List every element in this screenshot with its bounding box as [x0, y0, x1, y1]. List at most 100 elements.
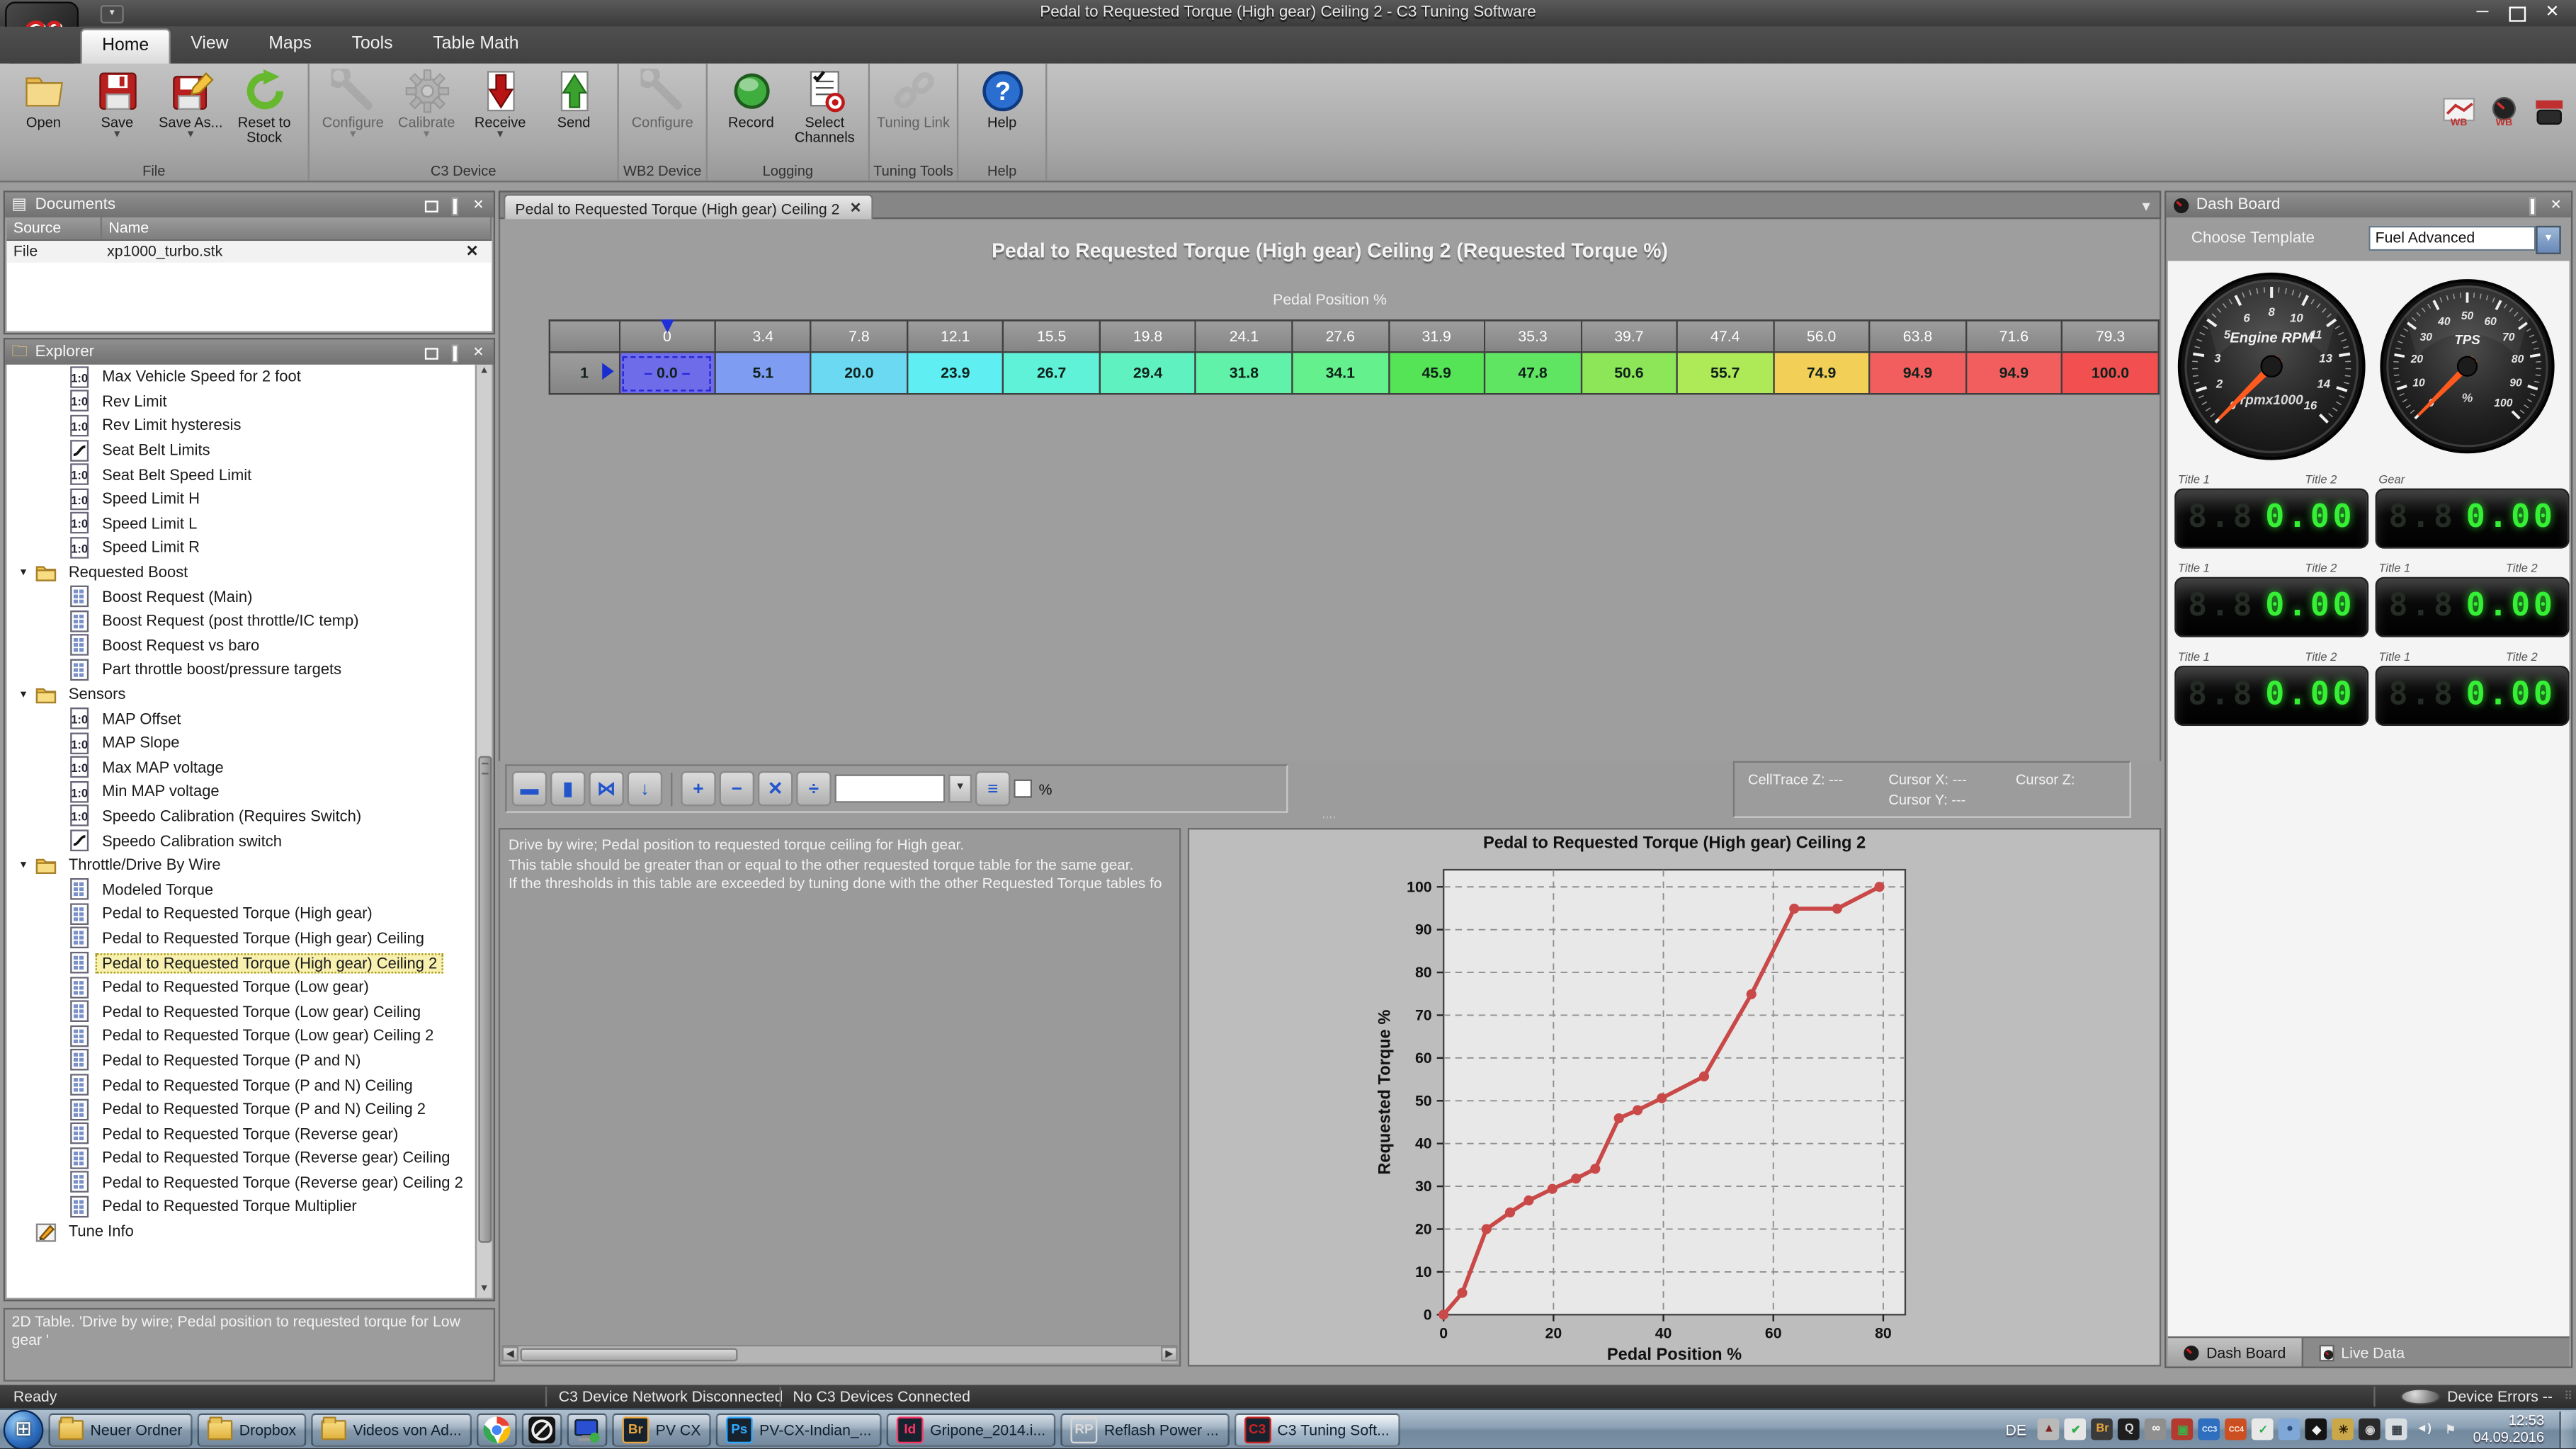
table-cell-8[interactable]: 45.9: [1388, 352, 1485, 394]
tree-item-pedal-to-requested-torque-high-gear[interactable]: Pedal to Requested Torque (High gear): [6, 902, 477, 926]
explorer-maximize-icon[interactable]: [424, 343, 441, 360]
tab-close-icon[interactable]: ✕: [850, 199, 862, 217]
tab-pedal-to-requested-torque[interactable]: Pedal to Requested Torque (High gear) Ce…: [504, 194, 873, 221]
tree-item-map-slope[interactable]: 1:0MAP Slope: [6, 731, 477, 755]
divide-value-button[interactable]: ÷: [796, 771, 832, 807]
column-header-15.5[interactable]: 15.5: [1004, 320, 1100, 352]
explorer-pin-icon[interactable]: [447, 343, 464, 360]
dash-tab-live-data[interactable]: Live Data: [2303, 1338, 2419, 1366]
tree-item-max-map-voltage[interactable]: 1:0Max MAP voltage: [6, 755, 477, 779]
bridge-tray-icon[interactable]: Br: [2092, 1419, 2113, 1441]
tree-item-pedal-to-requested-torque-low-gear-ceiling[interactable]: Pedal to Requested Torque (Low gear) Cei…: [6, 999, 477, 1023]
table-cell-14[interactable]: 94.9: [1965, 352, 2062, 394]
remote-desktop-taskbar-icon[interactable]: [567, 1412, 608, 1445]
dark-app-taskbar-icon[interactable]: [522, 1412, 562, 1445]
tree-item-boost-request-vs-baro[interactable]: Boost Request vs baro: [6, 633, 477, 657]
wasp-tray-icon[interactable]: ✳: [2332, 1419, 2354, 1441]
documents-col-source[interactable]: Source: [6, 217, 102, 239]
wb2-gauge-icon[interactable]: WB: [2487, 97, 2521, 127]
menu-tab-home[interactable]: Home: [80, 28, 171, 65]
table-cell-0[interactable]: – 0.0 –: [619, 352, 715, 394]
column-header-35.3[interactable]: 35.3: [1485, 320, 1581, 352]
tree-item-speedo-calibration-requires-switch[interactable]: 1:0Speedo Calibration (Requires Switch): [6, 804, 477, 828]
receive-button[interactable]: Receive▼: [463, 67, 537, 140]
dropdown-arrow-icon[interactable]: ▼: [495, 130, 505, 140]
menu-tab-table-math[interactable]: Table Math: [413, 27, 539, 64]
explorer-close-icon[interactable]: ✕: [470, 343, 487, 360]
help-button[interactable]: ?Help: [965, 67, 1039, 130]
windows-start-button[interactable]: ⊞: [4, 1409, 44, 1449]
expander-icon[interactable]: ▾: [17, 565, 30, 579]
reflash-tray-icon[interactable]: ▲: [2038, 1419, 2060, 1441]
tree-item-pedal-to-requested-torque-reverse-gear[interactable]: Pedal to Requested Torque (Reverse gear): [6, 1121, 477, 1145]
multiply-value-button[interactable]: ✕: [758, 771, 793, 807]
tree-item-seat-belt-limits[interactable]: Seat Belt Limits: [6, 438, 477, 462]
template-select-arrow-icon[interactable]: ▼: [2536, 226, 2560, 254]
tree-item-pedal-to-requested-torque-p-and-n[interactable]: Pedal to Requested Torque (P and N): [6, 1048, 477, 1072]
taskbar-folder-neuer-ordner[interactable]: Neuer Ordner: [48, 1412, 192, 1445]
record-button[interactable]: Record: [714, 67, 788, 130]
column-header-71.6[interactable]: 71.6: [1965, 320, 2062, 352]
column-header-79.3[interactable]: 79.3: [2062, 320, 2158, 352]
tree-item-pedal-to-requested-torque-high-gear-ceiling[interactable]: Pedal to Requested Torque (High gear) Ce…: [6, 926, 477, 950]
documents-pin-icon[interactable]: [447, 196, 464, 213]
media-center-tray-icon[interactable]: ●: [2279, 1419, 2301, 1441]
value-dropdown-icon[interactable]: ▼: [948, 774, 972, 802]
column-header-12.1[interactable]: 12.1: [907, 320, 1004, 352]
tree-item-boost-request-post-throttle-ic-temp[interactable]: Boost Request (post throttle/IC temp): [6, 609, 477, 633]
taskbar-window-pv-cx[interactable]: BrPV CX: [612, 1412, 710, 1445]
table-cell-6[interactable]: 31.8: [1196, 352, 1292, 394]
tree-item-part-throttle-boost-pressure-targets[interactable]: Part throttle boost/pressure targets: [6, 657, 477, 681]
horizontal-splitter[interactable]: '''': [499, 818, 2162, 828]
interpolate-button[interactable]: ⋈: [589, 771, 624, 807]
table-cell-5[interactable]: 29.4: [1100, 352, 1196, 394]
tree-item-pedal-to-requested-torque-reverse-gear-ceiling-2[interactable]: Pedal to Requested Torque (Reverse gear)…: [6, 1170, 477, 1194]
dropdown-arrow-icon[interactable]: ▼: [348, 130, 358, 140]
dash-tab-dash-board[interactable]: Dash Board: [2168, 1338, 2303, 1366]
table-cell-12[interactable]: 74.9: [1774, 352, 1870, 394]
fill-down-button[interactable]: ↓: [628, 771, 663, 807]
wb2-chart-icon[interactable]: WB: [2442, 97, 2475, 127]
tree-item-max-vehicle-speed-for-2-foot[interactable]: 1:0Max Vehicle Speed for 2 foot: [6, 365, 477, 389]
expander-icon[interactable]: ▾: [17, 688, 30, 701]
camera-tray-icon[interactable]: ◉: [2359, 1419, 2381, 1441]
document-row[interactable]: File xp1000_turbo.stk ✕: [6, 241, 492, 263]
smooth-button[interactable]: ≡: [975, 771, 1011, 807]
tree-item-speed-limit-h[interactable]: 1:0Speed Limit H: [6, 487, 477, 511]
open-button[interactable]: Open: [6, 67, 80, 130]
scroll-down-icon[interactable]: ▼: [477, 1283, 492, 1297]
save-button[interactable]: Save▼: [80, 67, 154, 140]
display-duplicate-tray-icon[interactable]: ▣: [2172, 1419, 2194, 1441]
expander-icon[interactable]: ▾: [17, 858, 30, 872]
table-cell-1[interactable]: 5.1: [715, 352, 811, 394]
tree-item-modeled-torque[interactable]: Modeled Torque: [6, 877, 477, 902]
tree-item-min-map-voltage[interactable]: 1:0Min MAP voltage: [6, 780, 477, 804]
column-header-7.8[interactable]: 7.8: [811, 320, 907, 352]
app-logo-tray-icon[interactable]: ◆: [2305, 1419, 2327, 1441]
c3-device-icon[interactable]: [2533, 97, 2566, 127]
table-cell-15[interactable]: 100.0: [2062, 352, 2158, 394]
sync-ok-tray-icon[interactable]: ✓: [2252, 1419, 2274, 1441]
column-header-0[interactable]: 0: [619, 320, 715, 352]
tree-item-pedal-to-requested-torque-high-gear-ceiling-2[interactable]: Pedal to Requested Torque (High gear) Ce…: [6, 950, 477, 974]
tree-item-pedal-to-requested-torque-low-gear-ceiling-2[interactable]: Pedal to Requested Torque (Low gear) Cei…: [6, 1023, 477, 1047]
tree-item-pedal-to-requested-torque-multiplier[interactable]: Pedal to Requested Torque Multiplier: [6, 1195, 477, 1219]
tree-item-throttle-drive-by-wire[interactable]: ▾Throttle/Drive By Wire: [6, 853, 477, 877]
value-input[interactable]: [834, 774, 945, 802]
tree-item-map-offset[interactable]: 1:0MAP Offset: [6, 706, 477, 730]
language-indicator[interactable]: DE: [1999, 1421, 2033, 1438]
reset-to-stock-button[interactable]: Reset to Stock: [227, 67, 301, 145]
template-select[interactable]: Fuel Advanced: [2368, 226, 2536, 251]
description-hscrollbar[interactable]: ◀ ▶: [502, 1345, 1178, 1363]
taskbar-folder-videos-von-ad[interactable]: Videos von Ad...: [311, 1412, 471, 1445]
cc3-tray-icon[interactable]: CC3: [2198, 1419, 2220, 1441]
column-header-63.8[interactable]: 63.8: [1870, 320, 1966, 352]
dashboard-close-icon[interactable]: ✕: [2548, 196, 2565, 213]
quicktime-tray-icon[interactable]: Q: [2118, 1419, 2140, 1441]
subtract-value-button[interactable]: −: [720, 771, 755, 807]
table-cell-9[interactable]: 47.8: [1485, 352, 1581, 394]
taskbar-window-c3-tuning-soft[interactable]: C3C3 Tuning Soft...: [1234, 1412, 1400, 1445]
table-cell-11[interactable]: 55.7: [1677, 352, 1774, 394]
tree-item-speed-limit-r[interactable]: 1:0Speed Limit R: [6, 535, 477, 559]
document-close-icon[interactable]: ✕: [459, 241, 485, 263]
